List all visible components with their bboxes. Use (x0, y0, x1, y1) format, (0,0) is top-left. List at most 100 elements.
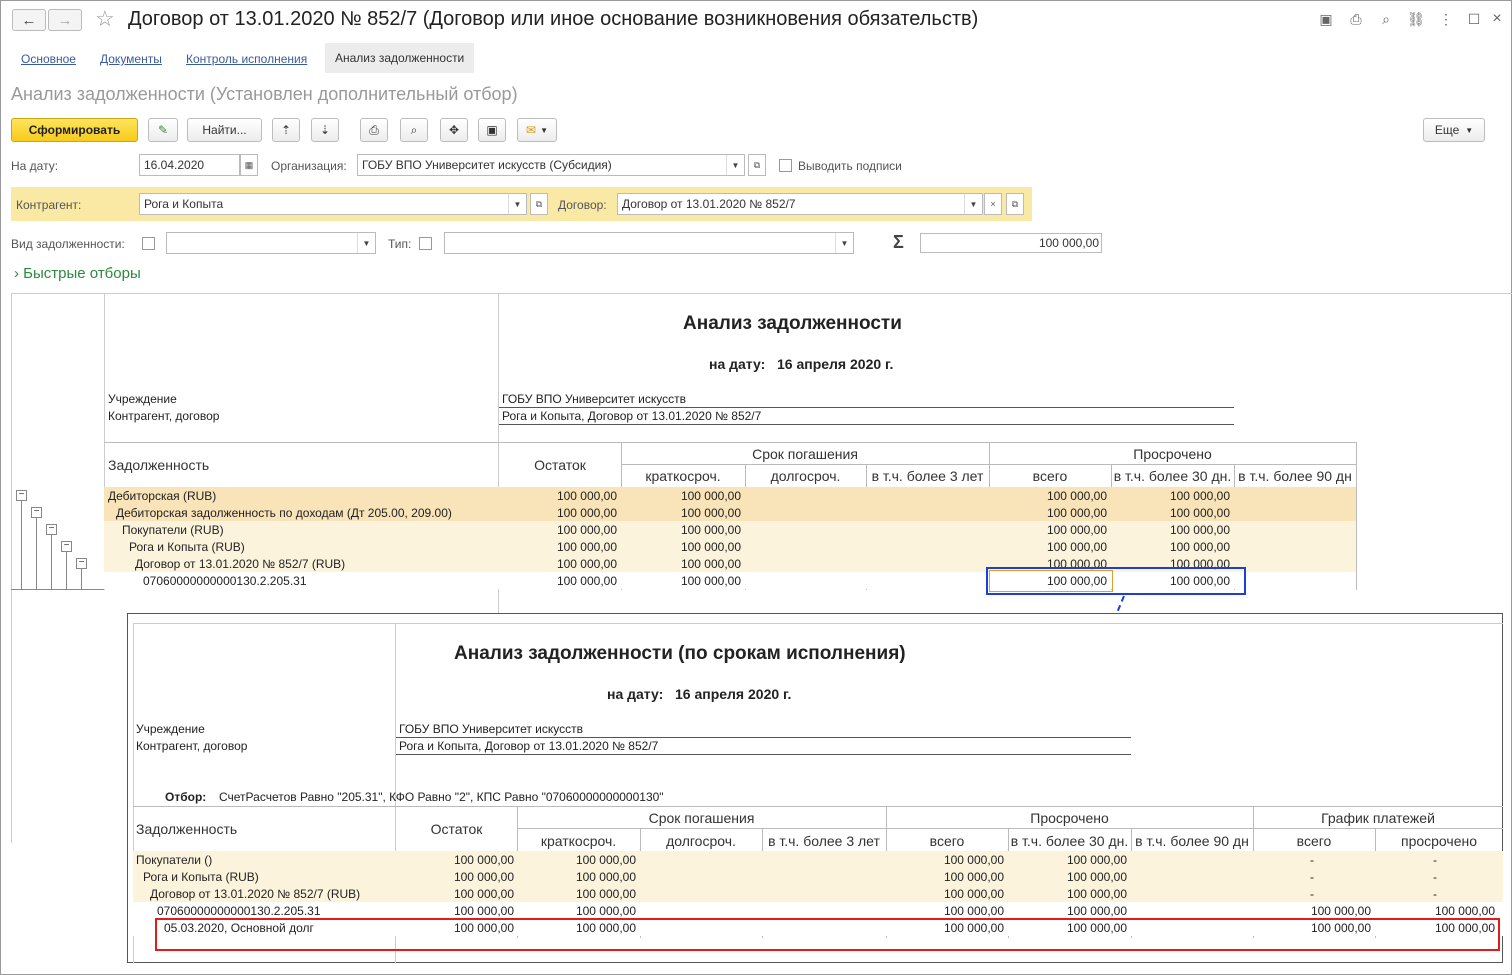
forward-button[interactable]: → (48, 9, 82, 31)
collapse-icon[interactable]: − (76, 558, 87, 569)
chevron-down-icon[interactable]: ▼ (508, 194, 526, 214)
report2-cell[interactable]: 100 000,00 (1008, 853, 1127, 867)
report1-cell[interactable]: 100 000,00 (499, 523, 617, 537)
date-field[interactable]: 16.04.2020 (139, 154, 240, 176)
open-icon[interactable]: ⧉ (1006, 193, 1024, 215)
report2-cell[interactable]: 100 000,00 (1375, 904, 1495, 918)
report1-cell[interactable]: 100 000,00 (1111, 489, 1230, 503)
quick-filters-toggle[interactable]: › Быстрые отборы (14, 265, 141, 282)
contractor-field[interactable]: Рога и Копыта ▼ (139, 193, 527, 215)
report1-cell[interactable]: 100 000,00 (989, 523, 1107, 537)
search-icon[interactable]: ⌕ (1377, 10, 1395, 28)
debt-type-field[interactable]: ▼ (166, 232, 376, 254)
chevron-down-icon[interactable]: ▼ (726, 155, 744, 175)
report1-cell[interactable]: 100 000,00 (1111, 523, 1230, 537)
report1-cell[interactable]: 100 000,00 (621, 557, 741, 571)
maximize-icon[interactable]: ☐ (1465, 10, 1483, 28)
collapse-icon[interactable]: − (16, 490, 27, 501)
report1-cell[interactable]: 100 000,00 (621, 540, 741, 554)
report1-cell[interactable]: 100 000,00 (1111, 506, 1230, 520)
report1-cell[interactable]: 100 000,00 (1111, 540, 1230, 554)
type-field[interactable]: ▼ (444, 232, 854, 254)
contract-field[interactable]: Договор от 13.01.2020 № 852/7 ▼ (617, 193, 983, 215)
report1-cell[interactable]: 100 000,00 (499, 557, 617, 571)
report2-cell[interactable]: 100 000,00 (517, 887, 636, 901)
tab-documents[interactable]: Документы (100, 52, 162, 66)
chevron-down-icon[interactable]: ▼ (835, 233, 853, 253)
type-checkbox[interactable] (419, 237, 432, 250)
report1-cell[interactable]: 100 000,00 (621, 489, 741, 503)
clear-icon[interactable]: × (984, 193, 1002, 215)
tab-execution-control[interactable]: Контроль исполнения (186, 52, 307, 66)
report2-cell[interactable]: 100 000,00 (396, 853, 514, 867)
close-icon[interactable]: × (1488, 10, 1506, 28)
report2-cell[interactable]: 100 000,00 (1008, 887, 1127, 901)
calendar-icon[interactable]: ▦ (240, 154, 258, 176)
tab-debt-analysis[interactable]: Анализ задолженности (325, 43, 475, 73)
chevron-down-icon[interactable]: ▼ (964, 194, 982, 214)
move-button[interactable]: ✥ (440, 118, 468, 142)
more-menu-button[interactable]: Еще ▼ (1423, 118, 1485, 142)
report2-cell[interactable]: 100 000,00 (886, 887, 1004, 901)
selected-cell[interactable] (989, 570, 1113, 592)
email-button[interactable]: ✉ ▼ (517, 118, 557, 142)
report2-cell[interactable]: 100 000,00 (1253, 904, 1371, 918)
edit-report-button[interactable]: ✎ (148, 118, 178, 142)
report1-cell[interactable]: 100 000,00 (989, 506, 1107, 520)
org-field[interactable]: ГОБУ ВПО Университет искусств (Субсидия)… (357, 154, 745, 176)
report2-cell[interactable]: 100 000,00 (886, 870, 1004, 884)
open-icon[interactable]: ⧉ (530, 193, 548, 215)
collapse-icon[interactable]: − (31, 507, 42, 518)
report1-cell[interactable]: 100 000,00 (621, 506, 741, 520)
edit-icon: ✎ (157, 123, 169, 137)
arrow-right-icon: → (57, 11, 73, 29)
highlight-box-red (155, 918, 1500, 951)
report1-cell[interactable]: 100 000,00 (499, 574, 617, 588)
sort-desc-button[interactable]: ⇣ (311, 118, 339, 142)
report2-cell[interactable]: 100 000,00 (1008, 870, 1127, 884)
report2-cell[interactable]: 100 000,00 (886, 904, 1004, 918)
debt-type-checkbox[interactable] (142, 237, 155, 250)
report1-cell[interactable]: 100 000,00 (621, 523, 741, 537)
favorite-star-icon[interactable]: ☆ (95, 6, 115, 32)
collapse-icon[interactable]: − (61, 541, 72, 552)
collapse-icon[interactable]: − (46, 524, 57, 535)
report2-cell[interactable]: 100 000,00 (396, 887, 514, 901)
report2-cell[interactable]: - (1375, 853, 1495, 867)
report2-cell[interactable]: 100 000,00 (396, 870, 514, 884)
report2-cell[interactable]: 100 000,00 (396, 904, 514, 918)
back-button[interactable]: ← (12, 9, 46, 31)
preview-button[interactable]: ⌕ (400, 118, 428, 142)
signatures-checkbox[interactable] (779, 159, 792, 172)
generate-button[interactable]: Сформировать (11, 118, 138, 142)
report2-cell[interactable]: - (1253, 853, 1371, 867)
find-button[interactable]: Найти... (187, 118, 262, 142)
chevron-down-icon[interactable]: ▼ (357, 233, 375, 253)
tab-main[interactable]: Основное (21, 52, 76, 66)
print-icon[interactable]: ⎙ (1347, 10, 1365, 28)
report2-cell[interactable]: 100 000,00 (517, 853, 636, 867)
report2-cell[interactable]: 100 000,00 (1008, 904, 1127, 918)
report1-cell[interactable]: 100 000,00 (989, 489, 1107, 503)
open-icon[interactable]: ⧉ (748, 154, 766, 176)
report2-cell[interactable]: 100 000,00 (886, 853, 1004, 867)
report1-cell[interactable]: 100 000,00 (499, 489, 617, 503)
report1-cell[interactable]: 100 000,00 (499, 540, 617, 554)
report1-cell[interactable]: 100 000,00 (499, 506, 617, 520)
more-icon[interactable]: ⋮ (1437, 10, 1455, 28)
report2-cell[interactable]: - (1375, 870, 1495, 884)
report2-cell[interactable]: - (1253, 870, 1371, 884)
sort-asc-button[interactable]: ⇡ (272, 118, 300, 142)
report2-cell[interactable]: 100 000,00 (517, 904, 636, 918)
report1-cell[interactable]: 100 000,00 (989, 540, 1107, 554)
report1-cell[interactable]: 100 000,00 (621, 574, 741, 588)
report2-cell[interactable]: 100 000,00 (517, 870, 636, 884)
report2-cell[interactable]: - (1253, 887, 1371, 901)
report2-sub-sched-total: всего (1296, 833, 1332, 849)
print-button[interactable]: ⎙ (360, 118, 388, 142)
save-icon[interactable]: ▣ (1317, 10, 1335, 28)
save-button[interactable]: ▣ (478, 118, 506, 142)
report2-col-debt: Задолженность (136, 821, 238, 837)
report2-cell[interactable]: - (1375, 887, 1495, 901)
link-icon[interactable]: ⛓ (1407, 10, 1425, 28)
